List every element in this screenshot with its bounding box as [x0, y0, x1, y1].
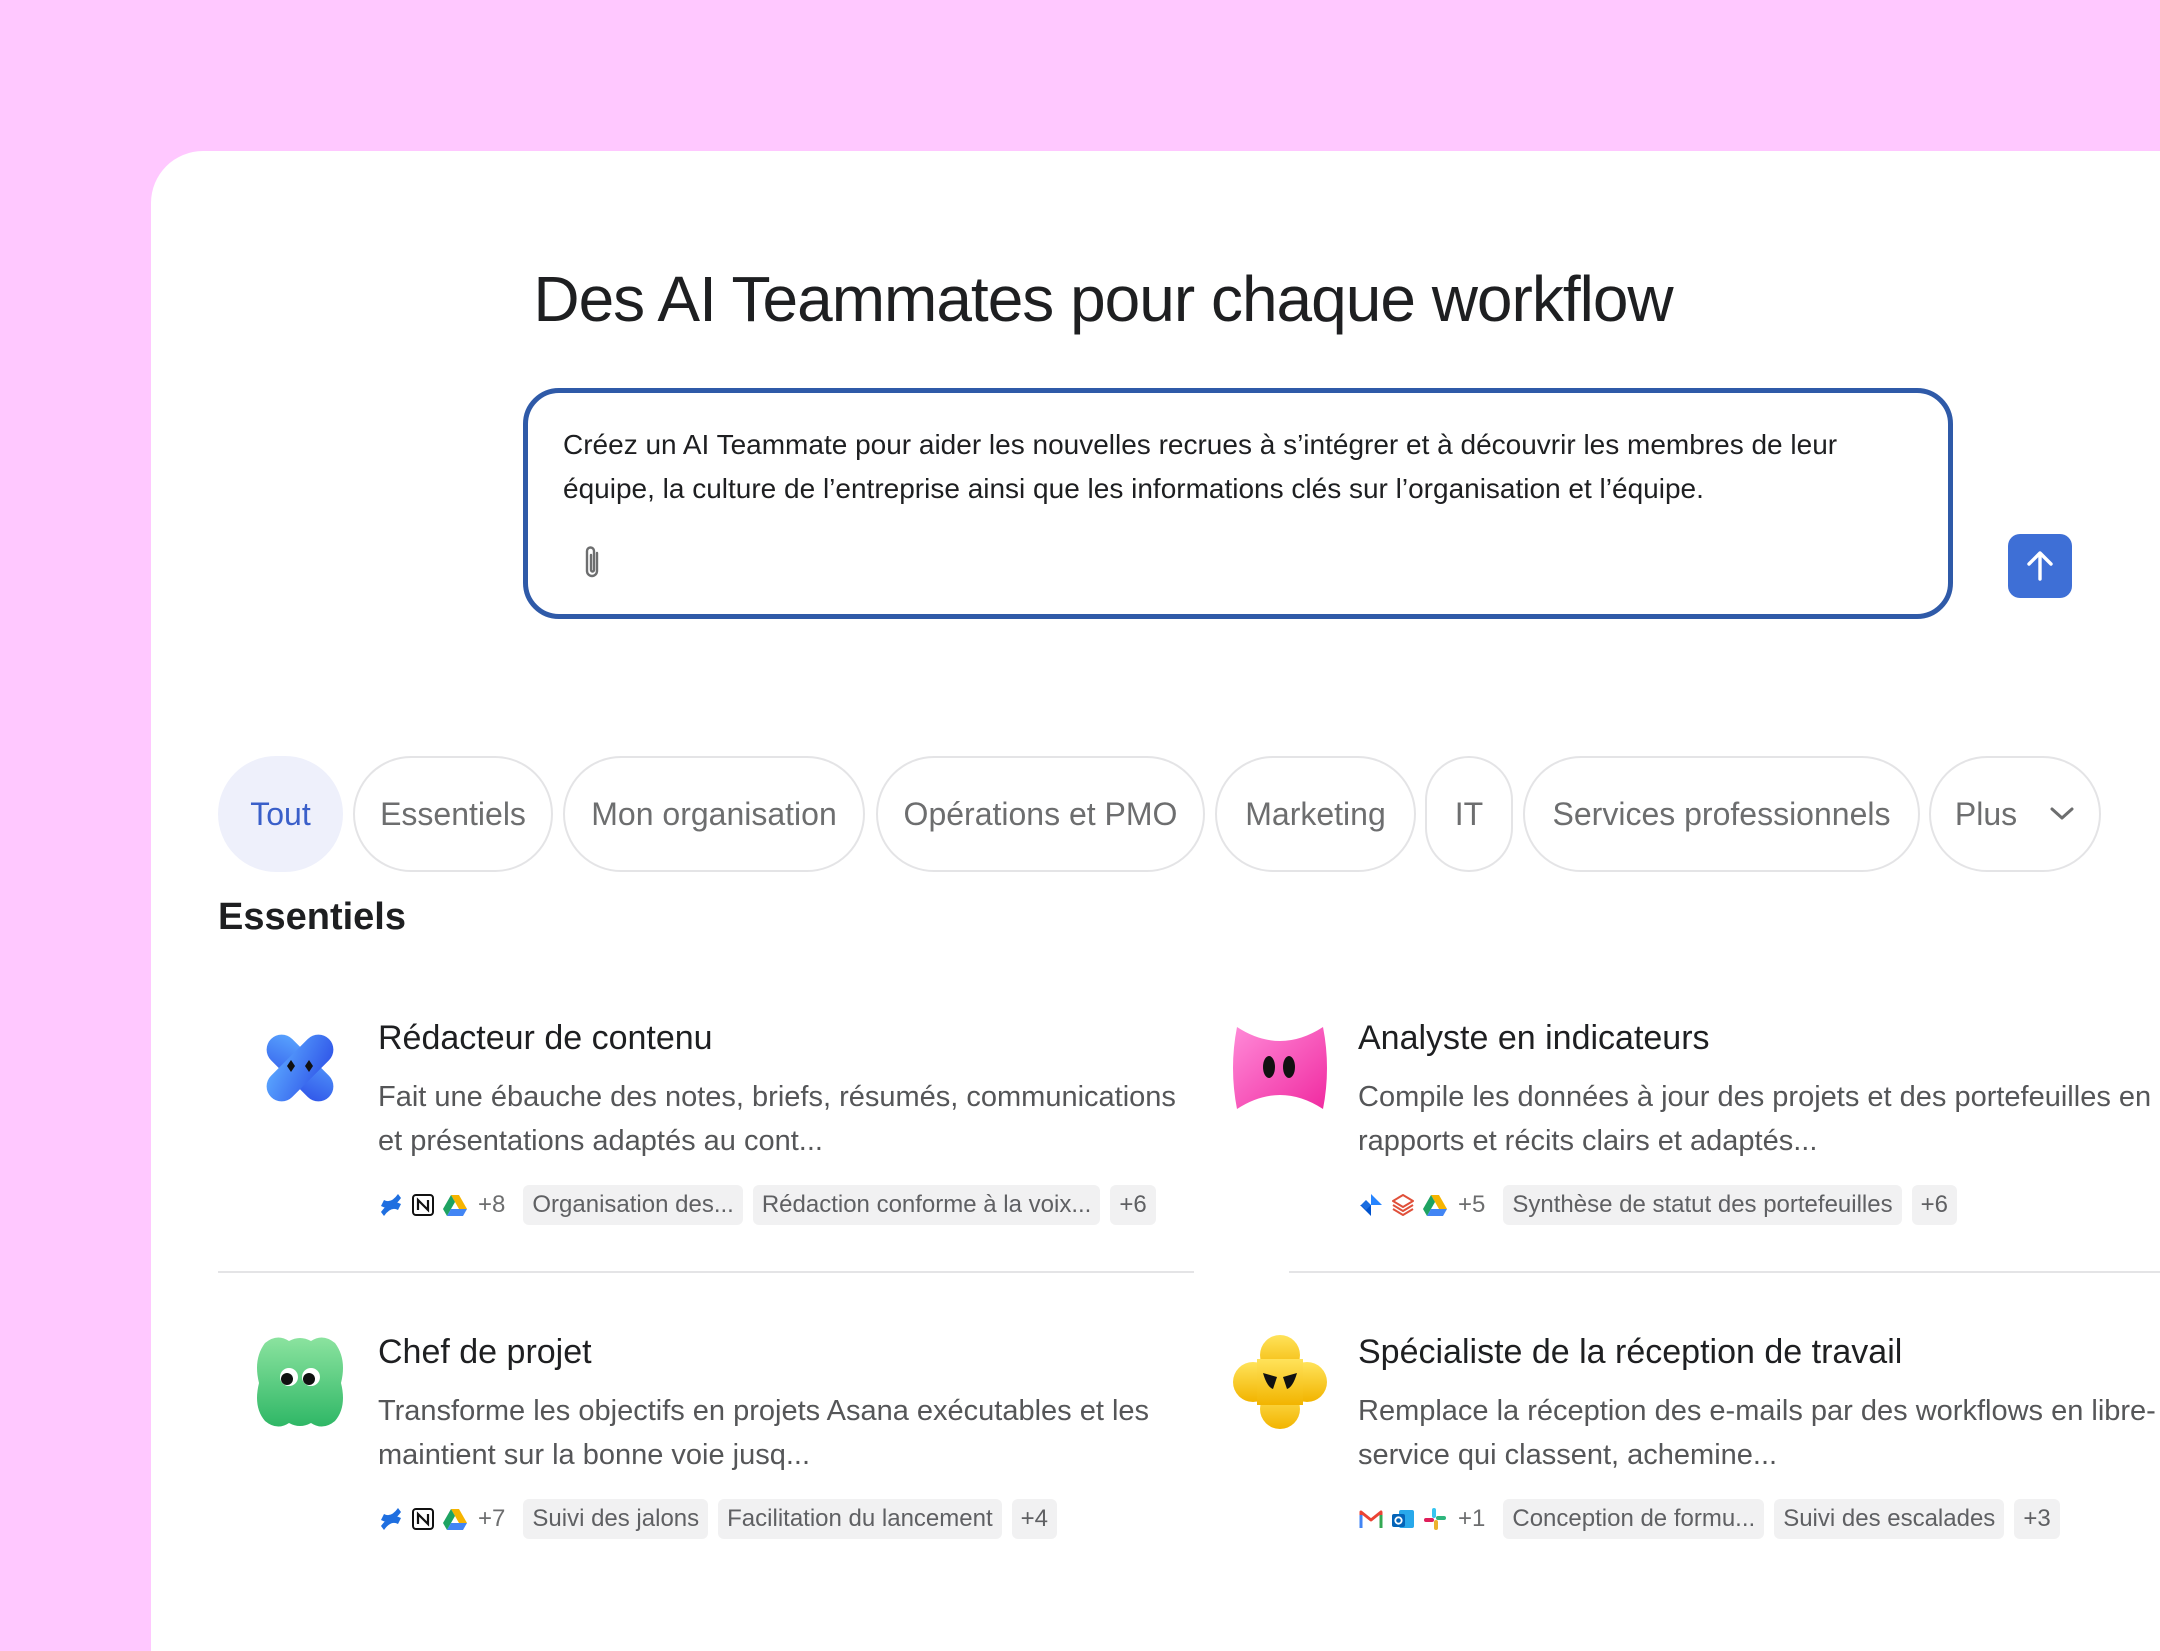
section-title: Essentiels	[218, 896, 406, 938]
card-description: Fait une ébauche des notes, briefs, résu…	[378, 1081, 1176, 1157]
pink-bow-character-icon	[1233, 1027, 1327, 1109]
skill-tag: Suivi des jalons	[523, 1499, 709, 1539]
prompt-input[interactable]: Créez un AI Teammate pour aider les nouv…	[523, 388, 2072, 619]
tab-plus[interactable]: Plus	[1929, 756, 2101, 872]
skill-tag: Organisation des...	[523, 1185, 743, 1225]
skill-tag: Suivi des escalades	[1774, 1499, 2005, 1539]
skill-tag-more: +6	[1110, 1185, 1156, 1225]
card-description: Remplace la réception des e-mails par de…	[1358, 1395, 2156, 1471]
skill-tag-more: +3	[2014, 1499, 2060, 1539]
teammate-card[interactable]: Analyste en indicateurs Compile les donn…	[1231, 1019, 2160, 1319]
prompt-text[interactable]: Créez un AI Teammate pour aider les nouv…	[563, 423, 1913, 511]
confluence-icon	[381, 1508, 401, 1530]
card-title: Spécialiste de la réception de travail	[1358, 1333, 1903, 1371]
gmail-icon	[1359, 1510, 1383, 1528]
card-description: Compile les données à jour des projets e…	[1358, 1081, 2152, 1157]
page-title: Des AI Teammates pour chaque workflow	[533, 263, 1673, 335]
google-drive-icon	[443, 1195, 467, 1216]
paperclip-icon[interactable]	[578, 543, 608, 583]
tab-services-professionnels[interactable]: Services professionnels	[1523, 756, 1920, 872]
skill-tag-more: +6	[1911, 1185, 1957, 1225]
skill-tag-more: +4	[1011, 1499, 1057, 1539]
tab-operations-pmo[interactable]: Opérations et PMO	[876, 756, 1205, 872]
tab-essentiels[interactable]: Essentiels	[353, 756, 553, 872]
google-drive-icon	[443, 1509, 467, 1530]
app-count: +7	[478, 1505, 506, 1532]
card-meta: +7 Suivi des jalons Facilitation du lanc…	[378, 1497, 1067, 1541]
skill-tag: Rédaction conforme à la voix...	[752, 1185, 1101, 1225]
blue-x-character-icon	[266, 1034, 334, 1102]
tab-tout[interactable]: Tout	[218, 756, 343, 872]
category-tabs: Tout Essentiels Mon organisation Opérati…	[218, 756, 2160, 872]
app-count: +5	[1458, 1191, 1486, 1218]
card-description: Transforme les objectifs en projets Asan…	[378, 1395, 1150, 1471]
skill-tag: Facilitation du lancement	[718, 1499, 1002, 1539]
app-count: +1	[1458, 1505, 1486, 1532]
google-drive-icon	[1423, 1195, 1447, 1216]
card-title: Analyste en indicateurs	[1358, 1019, 1710, 1057]
tab-marketing[interactable]: Marketing	[1215, 756, 1416, 872]
teammate-card[interactable]: Spécialiste de la réception de travail R…	[1231, 1333, 2160, 1633]
card-title: Chef de projet	[378, 1333, 592, 1371]
chevron-down-icon	[2050, 807, 2074, 820]
teammate-card[interactable]: Chef de projet Transforme les objectifs …	[251, 1333, 1231, 1633]
notion-icon	[412, 1194, 434, 1216]
slack-icon	[1424, 1508, 1446, 1530]
skill-tag: Synthèse de statut des portefeuilles	[1503, 1185, 1902, 1225]
app-count: +8	[478, 1191, 506, 1218]
green-blob-character-icon	[257, 1337, 343, 1427]
main-panel: Des AI Teammates pour chaque workflow Cr…	[151, 151, 2160, 1651]
jira-icon	[1360, 1194, 1382, 1216]
teammate-card[interactable]: Rédacteur de contenu Fait une ébauche de…	[251, 1019, 1231, 1319]
card-meta: +8 Organisation des... Rédaction conform…	[378, 1183, 1166, 1227]
card-meta: +5 Synthèse de statut des portefeuilles …	[1358, 1183, 1967, 1227]
confluence-icon	[381, 1194, 401, 1216]
tab-plus-label: Plus	[1954, 795, 2018, 832]
arrow-up-icon	[2027, 551, 2053, 581]
stack-icon	[1392, 1194, 1414, 1216]
notion-icon	[412, 1508, 434, 1530]
tab-mon-organisation[interactable]: Mon organisation	[563, 756, 865, 872]
row-divider	[218, 1271, 1194, 1273]
send-button[interactable]	[2008, 534, 2072, 598]
skill-tag: Conception de formu...	[1503, 1499, 1765, 1539]
card-meta: +1 Conception de formu... Suivi des esca…	[1358, 1497, 2070, 1541]
yellow-cross-character-icon	[1233, 1335, 1327, 1429]
outlook-icon	[1392, 1510, 1414, 1528]
row-divider	[1289, 1271, 2160, 1273]
card-title: Rédacteur de contenu	[378, 1019, 713, 1057]
tab-it[interactable]: IT	[1425, 756, 1513, 872]
